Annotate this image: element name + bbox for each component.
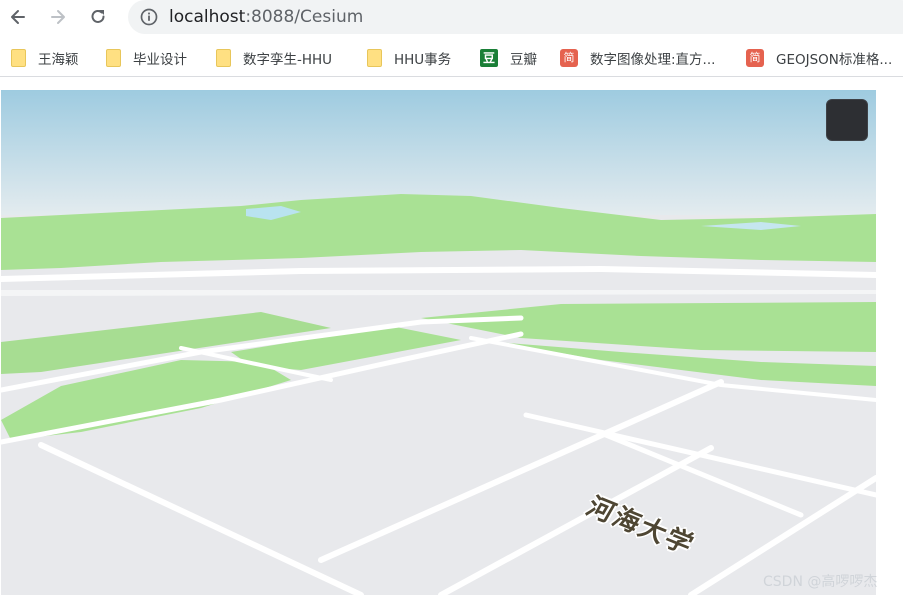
bookmark-label: 毕业设计: [133, 52, 187, 68]
browser-toolbar: localhost:8088/Cesium: [0, 0, 903, 36]
watermark: CSDN @高啰啰杰: [763, 574, 878, 590]
map-scene[interactable]: [1, 90, 876, 595]
bookmark-image-processing[interactable]: 简 数字图像处理:直方...: [560, 48, 715, 68]
forward-button[interactable]: [44, 4, 72, 30]
cesium-viewer[interactable]: 河海大学: [1, 90, 876, 595]
bookmarks-bar: 王海颖 毕业设计 数字孪生-HHU HHU事务 豆 豆瓣 简 数字图像处理:直方…: [0, 40, 903, 77]
bookmark-label: GEOJSON标准格...: [776, 52, 893, 68]
forward-arrow-icon: [51, 10, 65, 24]
reload-button[interactable]: [84, 4, 112, 30]
bookmark-label: 数字图像处理:直方...: [590, 52, 716, 68]
jianshu-icon: 简: [746, 49, 764, 67]
bookmark-geojson[interactable]: 简 GEOJSON标准格...: [746, 48, 892, 68]
site-info-icon[interactable]: [140, 8, 158, 26]
url-path: :8088/Cesium: [245, 7, 364, 27]
folder-icon: [106, 49, 121, 67]
douban-icon: 豆: [480, 49, 498, 67]
bookmark-douban[interactable]: 豆 豆瓣: [480, 48, 537, 68]
bookmark-label: 豆瓣: [510, 52, 537, 68]
bookmark-label: 数字孪生-HHU: [243, 52, 333, 68]
url-host: localhost: [169, 7, 246, 27]
bookmark-hhu-affairs[interactable]: HHU事务: [367, 48, 451, 68]
bookmark-graduation-design[interactable]: 毕业设计: [106, 48, 187, 68]
jianshu-icon: 简: [560, 49, 578, 67]
viewer-toolbar-button[interactable]: [826, 99, 868, 141]
folder-icon: [367, 49, 382, 67]
bookmark-label: 王海颖: [38, 52, 79, 68]
url-text: localhost:8088/Cesium: [169, 7, 363, 27]
folder-icon: [11, 49, 26, 67]
back-button[interactable]: [4, 4, 32, 30]
address-bar[interactable]: localhost:8088/Cesium: [128, 0, 903, 34]
back-arrow-icon: [11, 10, 25, 24]
bookmark-label: HHU事务: [394, 52, 452, 68]
reload-icon: [91, 9, 105, 23]
bookmark-wanghaiying[interactable]: 王海颖: [11, 48, 79, 68]
bookmark-digital-twin[interactable]: 数字孪生-HHU: [216, 48, 332, 68]
folder-icon: [216, 49, 231, 67]
